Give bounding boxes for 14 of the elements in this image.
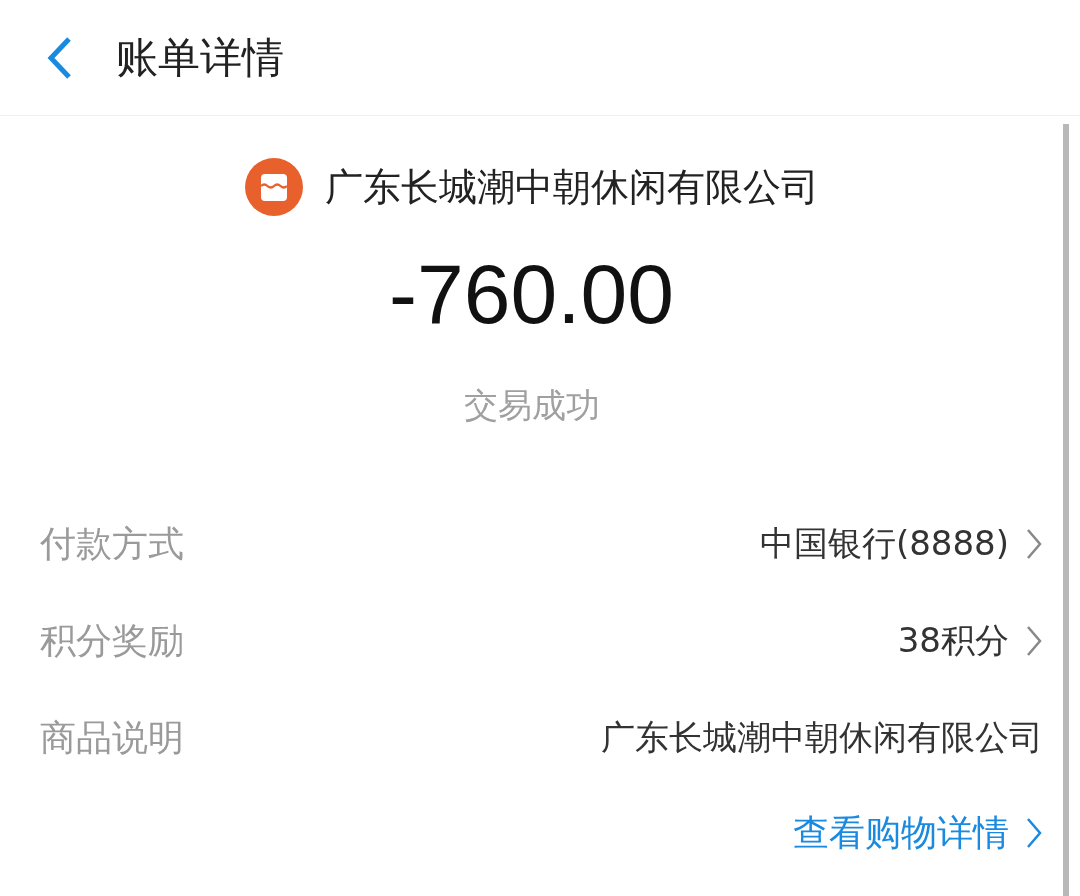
amount: -760.00 bbox=[389, 252, 674, 336]
status-text: 交易成功 bbox=[463, 384, 600, 427]
row-label: 商品说明 bbox=[40, 715, 184, 760]
row-value[interactable]: 中国银行(8888) bbox=[759, 518, 1009, 569]
chevron-right-icon bbox=[1025, 816, 1043, 850]
row-label: 积分奖励 bbox=[40, 618, 184, 663]
back-icon bbox=[47, 35, 73, 80]
row-value: 广东长城潮中朝休闲有限公司 bbox=[601, 716, 1043, 759]
merchant-name: 广东长城潮中朝休闲有限公司 bbox=[324, 163, 819, 211]
page-title: 账单详情 bbox=[116, 32, 284, 84]
row-value[interactable]: 38积分 bbox=[897, 615, 1009, 666]
store-icon bbox=[244, 158, 303, 216]
shopping-details-link[interactable]: 查看购物详情 bbox=[793, 806, 1043, 860]
row-label: 付款方式 bbox=[40, 521, 184, 566]
